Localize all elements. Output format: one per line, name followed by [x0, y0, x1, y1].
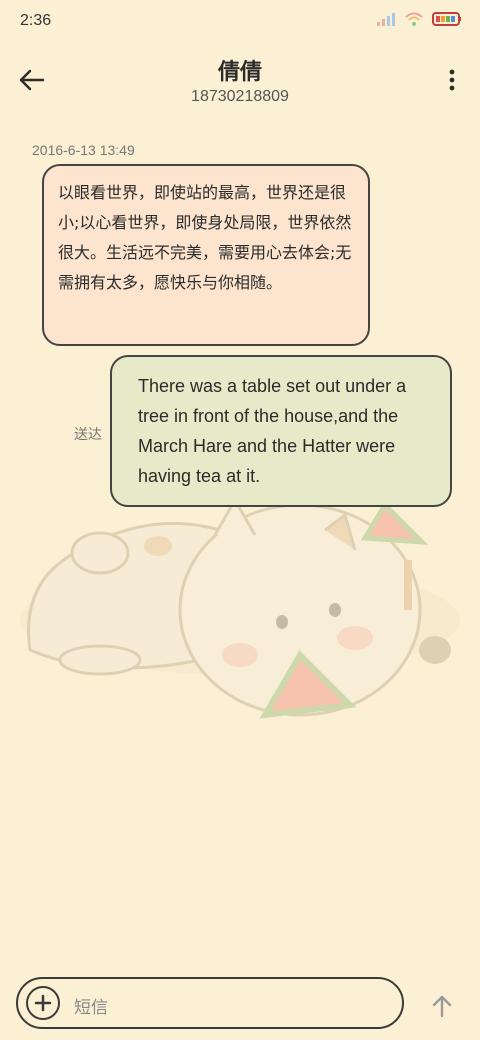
conversation-header: 倩倩 18730218809 — [0, 52, 480, 108]
contact-name: 倩倩 — [217, 60, 262, 85]
more-vert-icon — [449, 69, 455, 91]
incoming-message-bubble[interactable]: 以眼看世界，即使站的最高，世界还是很小;以心看世界，即使身处局限，世界依然很大。… — [42, 164, 370, 346]
delivery-status: 送达 — [74, 427, 102, 443]
send-arrow-icon — [432, 995, 452, 1018]
send-button[interactable] — [426, 990, 458, 1022]
contact-number: 18730218809 — [191, 88, 289, 105]
wifi-icon — [405, 12, 423, 26]
message-timestamp: 2016-6-13 13:49 — [32, 142, 135, 158]
status-time: 2:36 — [20, 12, 52, 29]
contact-info: 倩倩 18730218809 — [0, 54, 480, 106]
battery-icon — [432, 12, 461, 26]
add-attachment-button[interactable] — [26, 986, 60, 1020]
message-input[interactable]: 短信 — [74, 993, 108, 1018]
add-circle-icon — [34, 994, 52, 1012]
status-bar: 2:36 — [0, 0, 480, 44]
signal-icon — [377, 13, 395, 26]
message-composer[interactable]: 短信 — [16, 977, 404, 1029]
more-options-button[interactable] — [442, 64, 462, 96]
outgoing-message-bubble[interactable]: There was a table set out under a tree i… — [110, 355, 452, 507]
status-icons — [376, 12, 462, 26]
